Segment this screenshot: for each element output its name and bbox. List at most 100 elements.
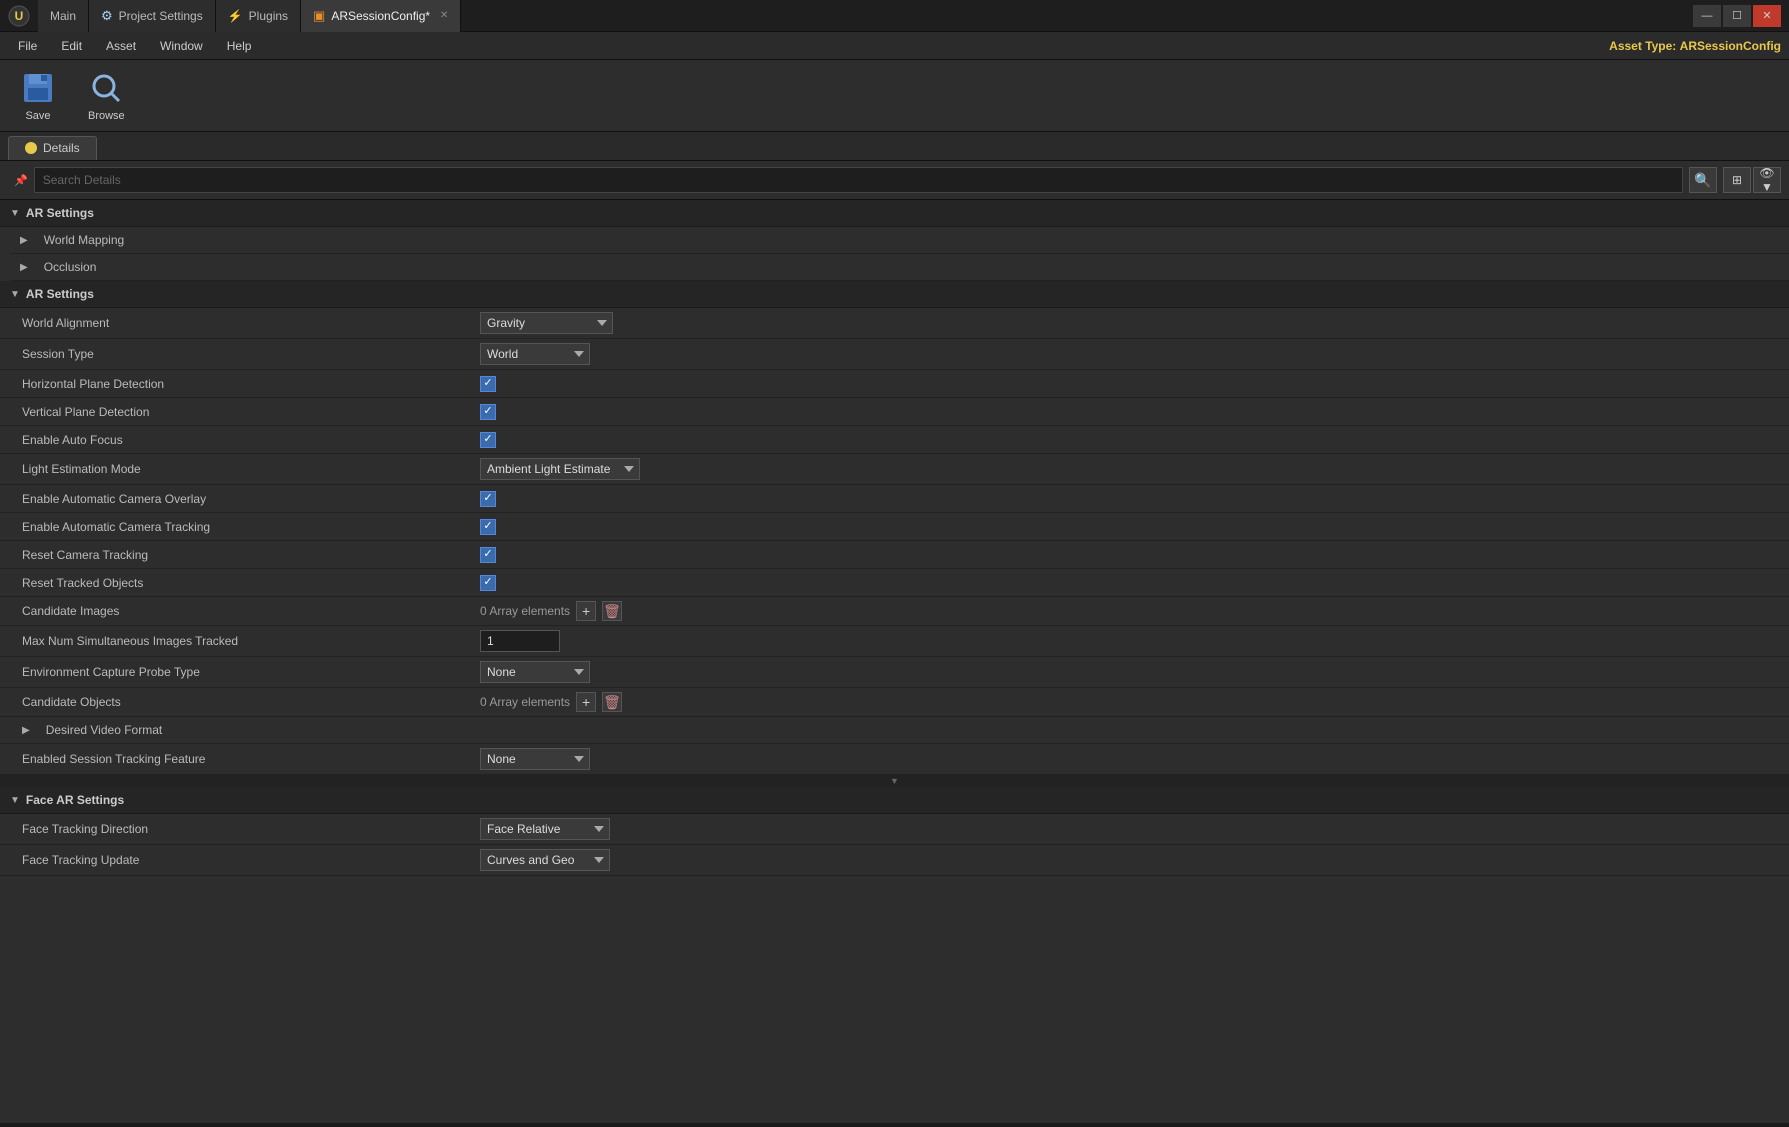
horizontal-plane-checkbox[interactable] [480, 376, 496, 392]
reset-tracked-checkbox[interactable] [480, 575, 496, 591]
vertical-plane-value [480, 404, 1779, 420]
occlusion-row[interactable]: ▶ Occlusion [10, 254, 1789, 281]
max-num-images-value [480, 630, 1779, 652]
menu-bar: File Edit Asset Window Help Asset Type: … [0, 32, 1789, 60]
window-controls: — ☐ ✕ [1693, 5, 1781, 27]
search-button[interactable]: 🔍 [1689, 167, 1717, 193]
reset-camera-row: Reset Camera Tracking [0, 541, 1789, 569]
light-estimation-select[interactable]: Ambient Light Estimate None DirectionalL… [480, 458, 640, 480]
tab-bar: Main ⚙ Project Settings ⚡ Plugins ▣ ARSe… [38, 0, 1693, 32]
tab-project-settings-label: Project Settings [119, 9, 203, 23]
world-alignment-select[interactable]: Gravity GravityAndHeading Camera [480, 312, 613, 334]
window-minimize[interactable]: — [1693, 5, 1721, 27]
world-mapping-label: World Mapping [32, 233, 124, 247]
session-type-row: Session Type World Face None [0, 339, 1789, 370]
ar-settings-1-body: ▶ World Mapping ▶ Occlusion [0, 227, 1789, 281]
details-tabs-bar: Details [0, 132, 1789, 161]
candidate-objects-add[interactable]: + [576, 692, 596, 712]
window-close[interactable]: ✕ [1753, 5, 1781, 27]
save-button[interactable]: Save [12, 66, 64, 126]
world-mapping-row[interactable]: ▶ World Mapping [10, 227, 1789, 254]
camera-tracking-checkbox[interactable] [480, 519, 496, 535]
tab-arsession-close[interactable]: ✕ [440, 10, 448, 21]
menu-window[interactable]: Window [150, 35, 213, 57]
horizontal-plane-row: Horizontal Plane Detection [0, 370, 1789, 398]
max-num-images-row: Max Num Simultaneous Images Tracked [0, 626, 1789, 657]
candidate-objects-row: Candidate Objects 0 Array elements + 🗑 [0, 688, 1789, 717]
desired-video-row[interactable]: ▶ Desired Video Format [0, 717, 1789, 744]
env-capture-label: Environment Capture Probe Type [10, 665, 480, 679]
env-capture-row: Environment Capture Probe Type None Manu… [0, 657, 1789, 688]
save-label: Save [25, 110, 50, 122]
vertical-plane-row: Vertical Plane Detection [0, 398, 1789, 426]
reset-tracked-label: Reset Tracked Objects [10, 576, 480, 590]
asset-type-display: Asset Type: ARSessionConfig [1609, 39, 1781, 53]
menu-help[interactable]: Help [217, 35, 262, 57]
ar-settings-section-2-header[interactable]: ▼ AR Settings [0, 281, 1789, 308]
session-tracking-select[interactable]: None Basic [480, 748, 590, 770]
tab-arsession[interactable]: ▣ ARSessionConfig* ✕ [301, 0, 461, 32]
candidate-images-label: Candidate Images [10, 604, 480, 618]
tab-plugins[interactable]: ⚡ Plugins [216, 0, 301, 32]
vertical-plane-checkbox[interactable] [480, 404, 496, 420]
camera-overlay-checkbox[interactable] [480, 491, 496, 507]
details-tab-label: Details [43, 141, 80, 155]
window-maximize[interactable]: ☐ [1723, 5, 1751, 27]
grid-view-button[interactable]: ⊞ [1723, 167, 1751, 193]
face-tracking-dir-row: Face Tracking Direction Face Relative Wo… [0, 814, 1789, 845]
tab-project-settings[interactable]: ⚙ Project Settings [89, 0, 216, 32]
session-type-select[interactable]: World Face None [480, 343, 590, 365]
candidate-objects-label: Candidate Objects [10, 695, 480, 709]
enable-auto-focus-checkbox[interactable] [480, 432, 496, 448]
menu-asset[interactable]: Asset [96, 35, 146, 57]
app-logo: U [8, 5, 30, 27]
candidate-images-add[interactable]: + [576, 601, 596, 621]
camera-overlay-value [480, 491, 1779, 507]
face-tracking-dir-select[interactable]: Face Relative World Relative [480, 818, 610, 840]
occlusion-icon: ▶ [20, 262, 28, 273]
candidate-images-value: 0 Array elements + 🗑 [480, 601, 1779, 621]
toolbar: Save Browse [0, 60, 1789, 132]
session-tracking-label: Enabled Session Tracking Feature [10, 752, 480, 766]
reset-camera-label: Reset Camera Tracking [10, 548, 480, 562]
menu-file[interactable]: File [8, 35, 47, 57]
svg-text:U: U [15, 9, 24, 23]
horizontal-plane-value [480, 376, 1779, 392]
view-buttons: ⊞ 👁▼ [1723, 167, 1781, 193]
face-ar-settings-header[interactable]: ▼ Face AR Settings [0, 787, 1789, 814]
reset-camera-checkbox[interactable] [480, 547, 496, 563]
browse-label: Browse [88, 110, 125, 122]
camera-tracking-value [480, 519, 1779, 535]
candidate-images-count: 0 Array elements [480, 604, 570, 618]
env-capture-select[interactable]: None Manual Auto [480, 661, 590, 683]
details-tab-icon [25, 142, 37, 154]
horizontal-plane-label: Horizontal Plane Detection [10, 377, 480, 391]
tab-main[interactable]: Main [38, 0, 89, 32]
search-input[interactable] [34, 167, 1683, 193]
candidate-images-row: Candidate Images 0 Array elements + 🗑 [0, 597, 1789, 626]
pin-icon: 📌 [14, 174, 28, 187]
tab-arsession-label: ARSessionConfig* [331, 9, 430, 23]
browse-button[interactable]: Browse [80, 66, 133, 126]
session-tracking-row: Enabled Session Tracking Feature None Ba… [0, 744, 1789, 775]
menu-edit[interactable]: Edit [51, 35, 92, 57]
section1-collapse-icon: ▼ [10, 208, 20, 219]
content-area[interactable]: ▼ AR Settings ▶ World Mapping ▶ Occlusio… [0, 200, 1789, 1123]
reset-tracked-value [480, 575, 1779, 591]
candidate-images-delete[interactable]: 🗑 [602, 601, 622, 621]
ar-settings-section-1-header[interactable]: ▼ AR Settings [0, 200, 1789, 227]
face-tracking-update-row: Face Tracking Update Curves and Geo Curv… [0, 845, 1789, 876]
view-options-button[interactable]: 👁▼ [1753, 167, 1781, 193]
max-num-images-input[interactable] [480, 630, 560, 652]
world-alignment-label: World Alignment [10, 316, 480, 330]
scroll-indicator [0, 775, 1789, 787]
candidate-objects-delete[interactable]: 🗑 [602, 692, 622, 712]
face-ar-collapse-icon: ▼ [10, 795, 20, 806]
details-tab[interactable]: Details [8, 136, 97, 160]
face-tracking-update-select[interactable]: Curves and Geo Curves Only None [480, 849, 610, 871]
camera-overlay-label: Enable Automatic Camera Overlay [10, 492, 480, 506]
section2-collapse-icon: ▼ [10, 289, 20, 300]
browse-icon [88, 70, 124, 106]
session-type-value: World Face None [480, 343, 1779, 365]
face-tracking-update-value: Curves and Geo Curves Only None [480, 849, 1779, 871]
